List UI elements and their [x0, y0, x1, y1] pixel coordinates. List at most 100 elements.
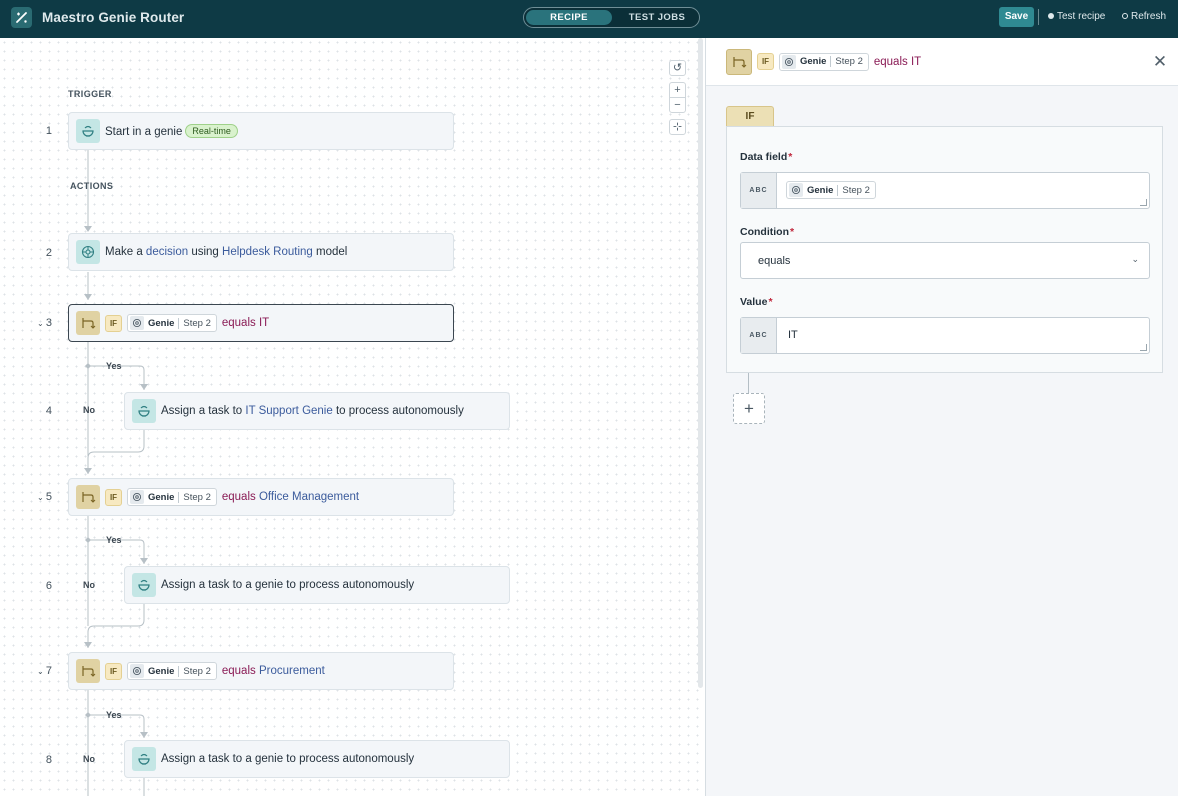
step-text: Assign a task to a genie to process auto…: [161, 579, 415, 591]
model-link[interactable]: Helpdesk Routing: [222, 246, 313, 258]
step-number: 8: [45, 754, 52, 766]
view-toggle: RECIPE TEST JOBS: [523, 7, 700, 28]
if-condition-form: Data field* ABC Genie Step 2 Condition* e…: [726, 126, 1163, 373]
connector-line: [748, 373, 749, 393]
test-recipe-button[interactable]: Test recipe: [1048, 11, 1105, 22]
step-text-part: Assign a task to: [161, 405, 243, 417]
decision-link[interactable]: decision: [146, 246, 188, 258]
genie-icon: [132, 573, 156, 597]
ai-model-icon: [130, 490, 144, 504]
condition-value: IT: [910, 55, 922, 68]
pill-divider: [178, 665, 180, 677]
genie-icon: [132, 399, 156, 423]
branch-yes-label: Yes: [106, 710, 122, 720]
step-7-if-condition[interactable]: IF Genie Step 2 equals Procurement: [68, 652, 454, 690]
step-text-part: Make a: [105, 246, 143, 258]
step-text: Make a decision using Helpdesk Routing m…: [105, 246, 347, 258]
pill-step: Step 2: [835, 56, 863, 67]
route-icon: [76, 311, 100, 335]
condition-operator: equals: [221, 665, 256, 677]
trigger-section-label: TRIGGER: [68, 89, 112, 99]
condition-text: equals Office Management: [222, 491, 359, 503]
genie-data-pill[interactable]: Genie Step 2: [127, 662, 217, 680]
close-icon[interactable]: ✕: [1150, 52, 1170, 72]
step-number: 5: [45, 491, 52, 503]
step-number: 6: [45, 580, 52, 592]
step-text-part: model: [316, 246, 348, 258]
pill-step: Step 2: [183, 491, 211, 503]
condition-text: equals IT: [222, 317, 269, 329]
save-button[interactable]: Save: [999, 7, 1034, 27]
step-4-assign-task[interactable]: Assign a task to IT Support Genie to pro…: [124, 392, 510, 430]
resize-handle[interactable]: [1140, 344, 1147, 351]
condition-label-text: Condition: [740, 226, 789, 238]
fit-view-icon[interactable]: ⊹: [669, 119, 686, 135]
value-label: Value*: [740, 296, 773, 308]
step-1-trigger[interactable]: Start in a genie Real-time: [68, 112, 454, 150]
step-6-assign-task[interactable]: Assign a task to a genie to process auto…: [124, 566, 510, 604]
value-input[interactable]: ABC IT: [740, 317, 1150, 354]
condition-value: Procurement: [258, 665, 325, 677]
top-bar: Maestro Genie Router RECIPE TEST JOBS Sa…: [0, 0, 1178, 38]
step-text: Assign a task to a genie to process auto…: [161, 753, 415, 765]
condition-value: IT: [258, 317, 270, 329]
route-icon: [726, 48, 752, 75]
pill-divider: [178, 317, 180, 329]
step-2-decision[interactable]: Make a decision using Helpdesk Routing m…: [68, 233, 454, 271]
required-marker: *: [788, 151, 793, 163]
genie-icon: [132, 747, 156, 771]
canvas-scrollbar[interactable]: [698, 38, 703, 688]
ai-model-icon: [76, 240, 100, 264]
step-1-label: Start in a genie: [105, 126, 183, 138]
step-8-assign-task[interactable]: Assign a task to a genie to process auto…: [124, 740, 510, 778]
step-number: 7: [45, 665, 52, 677]
panel-header: IF Genie Step 2 equals IT ✕: [706, 38, 1178, 86]
step-5-if-condition[interactable]: IF Genie Step 2 equals Office Management: [68, 478, 454, 516]
zoom-out-icon[interactable]: −: [669, 97, 686, 113]
branch-no-label: No: [83, 580, 95, 590]
add-step-button[interactable]: +: [733, 393, 765, 424]
recipe-canvas[interactable]: ↺ + − ⊹ TRIGGER ACTIONS 1 Start in a gen…: [0, 38, 705, 796]
step-3-if-condition[interactable]: IF Genie Step 2 equals IT: [68, 304, 454, 342]
condition-operator: equals: [221, 317, 256, 329]
zoom-in-icon[interactable]: +: [669, 82, 686, 98]
tab-if[interactable]: IF: [726, 106, 774, 127]
pill-source: Genie: [148, 665, 175, 677]
tab-recipe[interactable]: RECIPE: [526, 10, 612, 25]
reset-view-icon[interactable]: ↺: [669, 60, 686, 76]
pill-source: Genie: [148, 491, 175, 503]
condition-select[interactable]: equals ⌄: [740, 242, 1150, 279]
if-badge: IF: [105, 314, 122, 332]
condition-operator: equals: [873, 55, 908, 68]
condition-operator: equals: [221, 491, 256, 503]
route-icon: [76, 485, 100, 509]
condition-selected-value: equals: [758, 255, 791, 267]
genie-data-pill[interactable]: Genie Step 2: [127, 314, 217, 332]
step-number: 4: [45, 405, 52, 417]
route-icon: [76, 659, 100, 683]
step-number: 3: [45, 317, 52, 329]
pill-source: Genie: [148, 317, 175, 329]
pill-divider: [837, 184, 839, 196]
step-text-part: to process autonomously: [335, 405, 464, 417]
genie-data-pill[interactable]: Genie Step 2: [127, 488, 217, 506]
genie-data-pill[interactable]: Genie Step 2: [786, 181, 876, 199]
tab-test-jobs[interactable]: TEST JOBS: [616, 10, 698, 25]
chevron-down-icon: ⌄: [1131, 254, 1139, 264]
data-field-input[interactable]: ABC Genie Step 2: [740, 172, 1150, 209]
branch-yes-label: Yes: [106, 535, 122, 545]
genie-link[interactable]: IT Support Genie: [245, 405, 332, 417]
refresh-button[interactable]: Refresh: [1122, 11, 1166, 22]
realtime-badge: Real-time: [185, 124, 238, 138]
pill-divider: [178, 491, 180, 503]
condition-text: equals Procurement: [222, 665, 325, 677]
type-label: ABC: [741, 173, 777, 208]
value-label-text: Value: [740, 296, 768, 308]
toolbar-divider: [1038, 9, 1039, 25]
genie-data-pill[interactable]: Genie Step 2: [779, 52, 869, 71]
ai-model-icon: [130, 664, 144, 678]
step-text-part: using: [191, 246, 219, 258]
resize-handle[interactable]: [1140, 199, 1147, 206]
app-logo-icon[interactable]: [11, 7, 32, 28]
ai-model-icon: [130, 316, 144, 330]
